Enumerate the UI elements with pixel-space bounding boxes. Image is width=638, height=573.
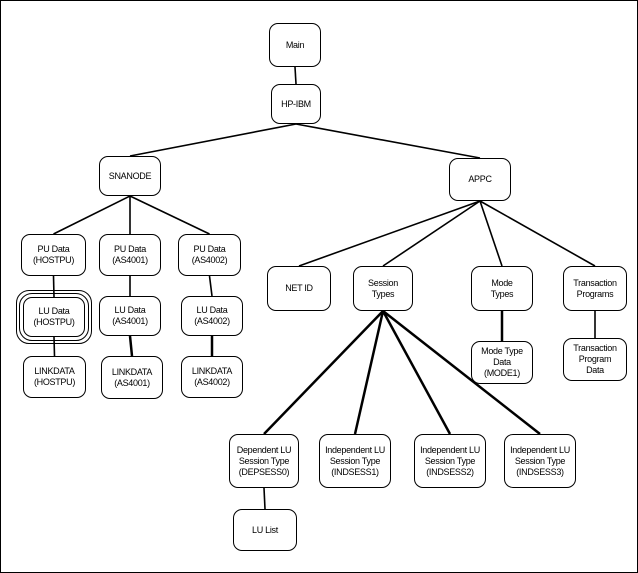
node-lu_as4002[interactable]: LU Data (AS4002) (181, 296, 243, 336)
node-label: PU Data (AS4001) (112, 244, 148, 265)
node-label: LU Data (AS4002) (194, 305, 230, 326)
node-label: LU Data (HOSTPU) (33, 306, 75, 327)
edge-hpibm-appc (295, 123, 481, 159)
node-label: Independent LU Session Type (INDSESS3) (510, 444, 570, 477)
node-tp[interactable]: Transaction Programs (563, 266, 627, 311)
node-tpdata[interactable]: Transaction Program Data (563, 338, 627, 381)
node-label: APPC (468, 174, 492, 184)
node-pu_as4001[interactable]: PU Data (AS4001) (99, 234, 161, 276)
edge-session-ind2 (381, 310, 452, 435)
node-label: Mode Types (490, 277, 514, 299)
node-pu_hostpu[interactable]: PU Data (HOSTPU) (21, 234, 86, 276)
node-hpibm[interactable]: HP-IBM (271, 84, 321, 124)
node-label: LU Data (AS4001) (112, 305, 148, 326)
node-lulist[interactable]: LU List (233, 509, 297, 551)
edge-pu_as4002-lu_as4002 (208, 275, 213, 297)
edge-appc-netid (298, 200, 481, 267)
node-snanode[interactable]: SNANODE (99, 156, 161, 196)
node-pu_as4002[interactable]: PU Data (AS4002) (178, 234, 241, 276)
node-label: Independent LU Session Type (INDSESS2) (420, 444, 480, 477)
node-label: LINKDATA (AS4001) (111, 366, 153, 388)
node-label: NET ID (285, 283, 313, 293)
edge-appc-session (382, 200, 481, 267)
node-ind3[interactable]: Independent LU Session Type (INDSESS3) (504, 434, 576, 488)
edge-main-hpibm (294, 66, 297, 85)
node-label: SNANODE (108, 170, 152, 181)
edge-snanode-pu_hostpu (53, 195, 131, 235)
node-ind1[interactable]: Independent LU Session Type (INDSESS1) (319, 434, 391, 488)
node-dep[interactable]: Dependent LU Session Type (DEPSESS0) (229, 434, 299, 488)
node-lu_hostpu[interactable]: LU Data (HOSTPU) (16, 290, 92, 344)
edge-hpibm-snanode (129, 123, 297, 157)
edge-appc-tp (479, 200, 596, 267)
node-label: Transaction Program Data (573, 343, 617, 375)
tree-diagram: Main HP-IBM SNANODE APPC PU Data (HOSTPU) PU … (0, 0, 638, 573)
edge-snanode-pu_as4002 (129, 195, 210, 235)
node-mode[interactable]: Mode Types (471, 266, 533, 311)
node-lu_as4001[interactable]: LU Data (AS4001) (99, 296, 161, 336)
node-session[interactable]: Session Types (353, 266, 413, 311)
node-label: Mode Type Data (MODE1) (481, 346, 523, 378)
edge-lu_as4001-link_as4001 (128, 335, 134, 357)
node-label: LINKDATA (AS4002) (191, 366, 233, 387)
node-label: Independent LU Session Type (INDSESS1) (325, 444, 385, 477)
node-appc[interactable]: APPC (449, 158, 511, 201)
node-main[interactable]: Main (269, 23, 321, 67)
node-label: Session Types (368, 277, 398, 299)
node-label: PU Data (AS4002) (191, 244, 228, 265)
edge-session-ind1 (353, 310, 385, 435)
node-label: LU List (252, 524, 278, 535)
node-label: Dependent LU Session Type (DEPSESS0) (236, 444, 292, 477)
node-label: Main (285, 39, 305, 50)
node-ind2[interactable]: Independent LU Session Type (INDSESS2) (414, 434, 486, 488)
node-label: PU Data (HOSTPU) (32, 244, 75, 265)
node-link_as4001[interactable]: LINKDATA (AS4001) (101, 356, 163, 399)
node-label: HP-IBM (281, 98, 311, 109)
node-label: Transaction Programs (573, 277, 617, 299)
node-link_hostpu[interactable]: LINKDATA (HOSTPU) (23, 356, 86, 398)
edge-session-dep (263, 310, 384, 435)
node-modedata[interactable]: Mode Type Data (MODE1) (471, 341, 533, 384)
node-label: LINKDATA (HOSTPU) (33, 366, 76, 387)
edge-dep-lulist (263, 487, 266, 510)
node-netid[interactable]: NET ID (267, 266, 331, 311)
node-link_as4002[interactable]: LINKDATA (AS4002) (181, 356, 243, 398)
